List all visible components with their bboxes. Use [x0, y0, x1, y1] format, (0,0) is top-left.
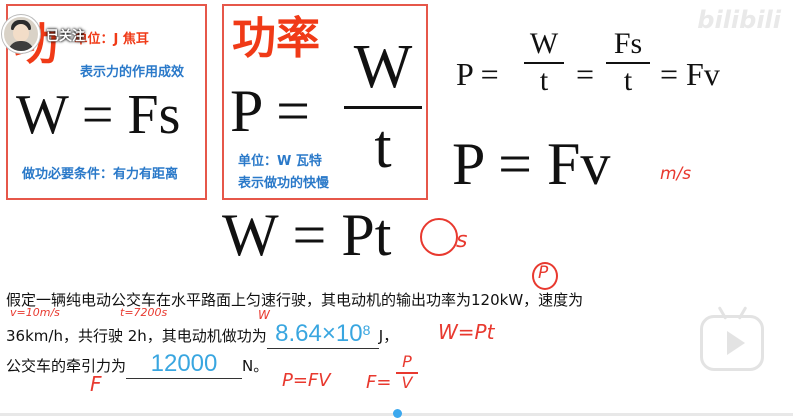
annotation-f-eq: F= — [366, 372, 392, 393]
eq2-formula: P = Fv — [452, 131, 611, 197]
power-meaning: 表示做功的快慢 — [238, 176, 330, 191]
play-icon — [727, 331, 745, 355]
eq3-formula: W = Pt — [222, 202, 392, 268]
annotation-ms: m/s — [660, 164, 692, 184]
problem-line-2: 36km/h，共行驶 2h，其电动机做功为 8.64×108 J， — [6, 320, 399, 349]
power-fraction: W t — [344, 28, 422, 185]
eq1-rhs: = Fv — [660, 56, 720, 92]
avatar[interactable] — [2, 15, 40, 53]
work-meaning: 表示力的作用成效 — [80, 65, 185, 80]
progress-knob[interactable] — [393, 409, 402, 418]
eq1-f2-num: Fs — [613, 27, 643, 60]
eq1-equals: = — [576, 56, 595, 92]
power-title: 功率 — [232, 13, 320, 64]
problem-line-1: 假定一辆纯电动公交车在水平路面上匀速行驶，其电动机的输出功率为120kW，速度为 — [6, 291, 584, 309]
annotation-v: v=10m/s — [10, 306, 60, 319]
annotation-w: W — [258, 308, 270, 322]
eq1-f1-den: t — [539, 64, 549, 97]
follow-status[interactable]: 已关注 — [46, 25, 85, 44]
circle-t-annotation — [420, 218, 458, 256]
eq1-fraction-2: Fs t — [606, 26, 650, 98]
progress-bar[interactable] — [0, 406, 793, 418]
problem-line-3: 公交车的牵引力为 12000 N。 — [6, 350, 269, 379]
annotation-p: P — [538, 263, 549, 283]
eq1-f1-num: W — [529, 27, 559, 60]
power-unit: 单位：W 瓦特 — [238, 154, 322, 169]
answer-work: 8.64×10 — [275, 320, 363, 347]
bilibili-watermark: bilibili — [697, 6, 781, 34]
annotation-f: F — [90, 372, 102, 396]
eq1-fraction-1: W t — [524, 26, 564, 98]
eq1-f2-den: t — [623, 64, 633, 97]
annotation-t: t=7200s — [120, 306, 168, 319]
annotation-p-fv: P=FV — [282, 370, 331, 391]
answer-force: 12000 — [150, 350, 218, 377]
uploader-badge[interactable]: 已关注 — [0, 14, 85, 54]
work-formula: W = Fs — [16, 84, 181, 146]
annotation-w-pt: W=Pt — [438, 320, 495, 344]
annotation-f-fraction: P V — [396, 352, 418, 392]
work-condition: 做功必要条件：有力有距离 — [22, 167, 179, 182]
annotation-s: s — [456, 228, 468, 253]
power-lhs: P = — [230, 78, 310, 144]
play-button[interactable] — [700, 315, 764, 371]
power-denominator: t — [374, 113, 392, 181]
power-numerator: W — [353, 33, 413, 101]
eq1-lhs: P = — [456, 56, 499, 92]
